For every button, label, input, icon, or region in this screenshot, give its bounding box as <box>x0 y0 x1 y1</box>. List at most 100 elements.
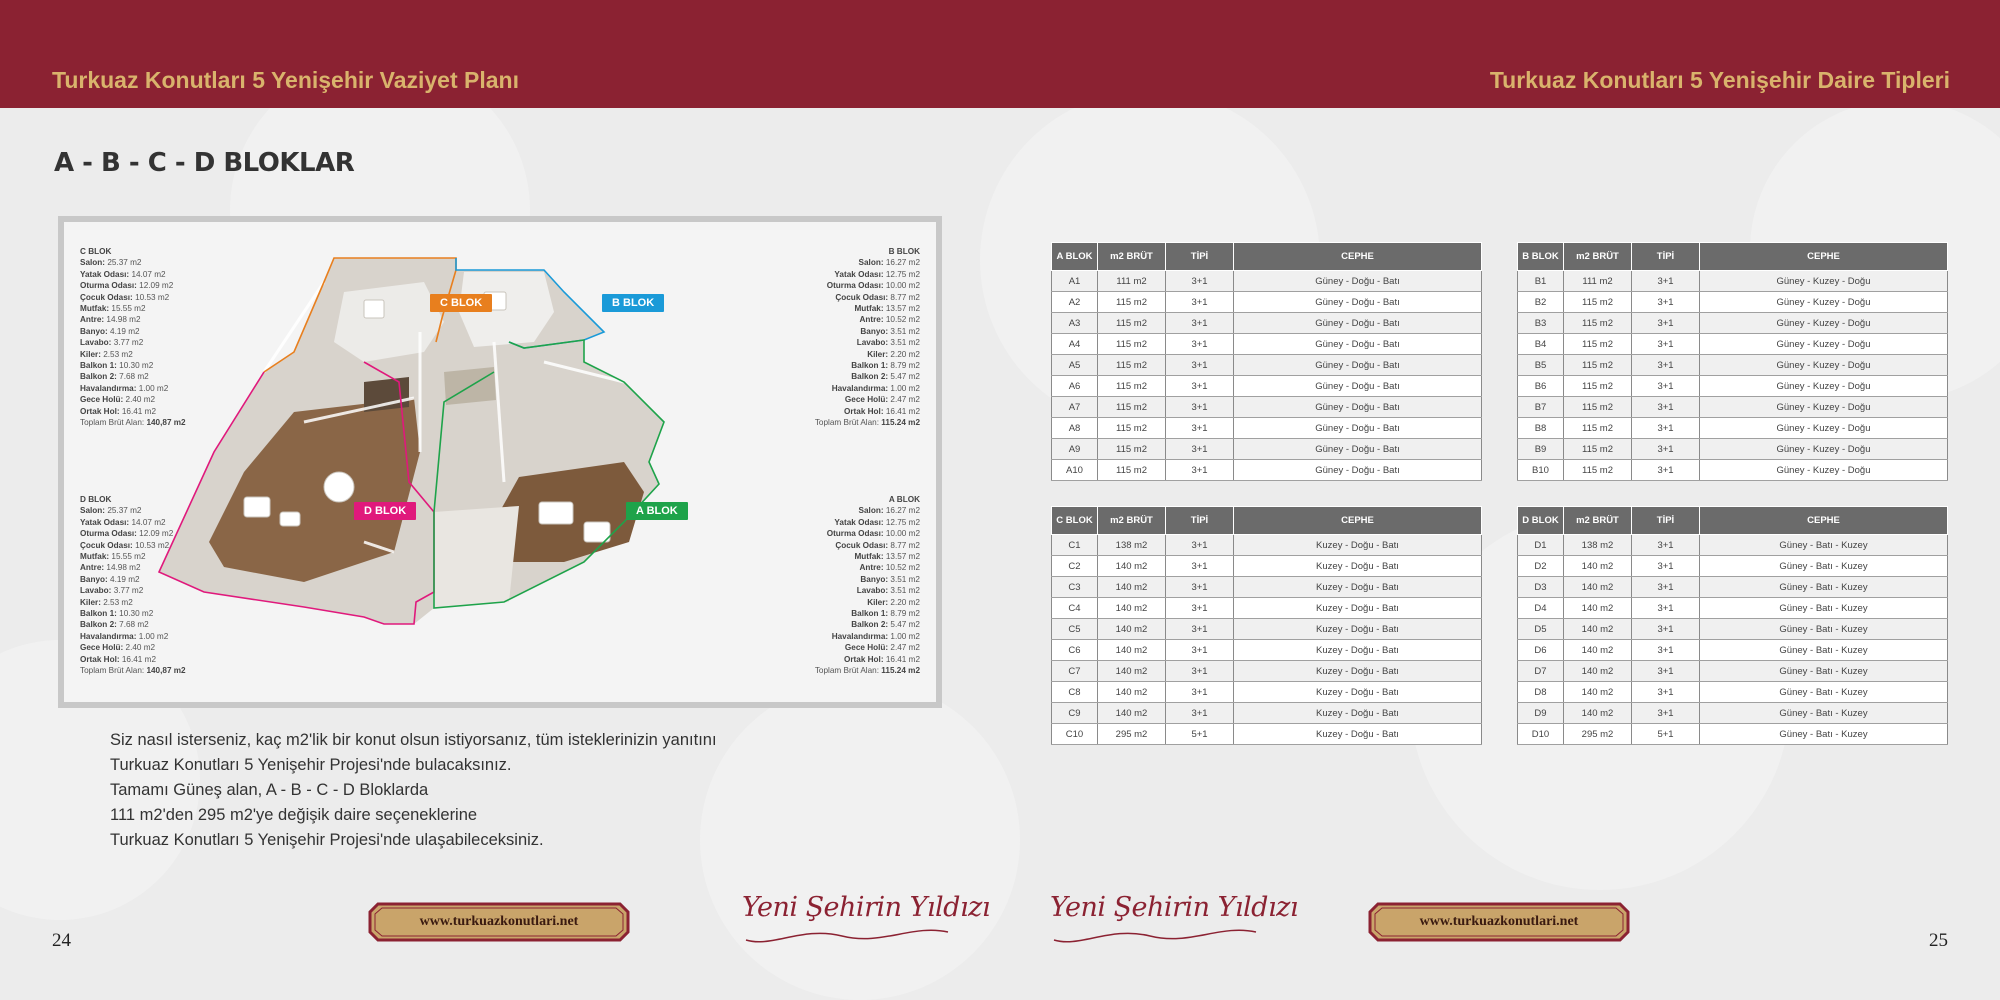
room-area-row: Kiler: 2.53 m2 <box>80 597 186 608</box>
table-cell: C10 <box>1051 723 1098 745</box>
table-cell: A7 <box>1051 396 1098 418</box>
table-row: A1 111 m2 3+1 Güney - Doğu - Batı <box>1051 270 1482 292</box>
room-area: 3.51 m2 <box>890 574 920 584</box>
table-row: B9 115 m2 3+1 Güney - Kuzey - Doğu <box>1517 438 1948 460</box>
room-area: 12.09 m2 <box>139 281 174 291</box>
table-cell: 111 m2 <box>1563 270 1632 292</box>
room-area-row: Çocuk Odası: 8.77 m2 <box>815 540 920 551</box>
room-area: 2.47 m2 <box>890 395 920 405</box>
room-area-row: Balkon 2: 5.47 m2 <box>815 619 920 630</box>
room-area-row: Mutfak: 13.57 m2 <box>815 303 920 314</box>
table-cell: Güney - Batı - Kuzey <box>1699 534 1948 556</box>
room-name: Oturma Odası: <box>826 281 884 291</box>
room-name: Antre: <box>859 315 884 325</box>
room-name: Çocuk Odası: <box>835 292 889 302</box>
table-cell: 140 m2 <box>1563 555 1632 577</box>
floor-plan: C BLOK B BLOK D BLOK A BLOK C BLOK Salon:… <box>58 216 942 708</box>
table-row: C8 140 m2 3+1 Kuzey - Doğu - Batı <box>1051 681 1482 703</box>
table-cell: 3+1 <box>1631 681 1700 703</box>
table-cell: Güney - Batı - Kuzey <box>1699 660 1948 682</box>
table-cell: 3+1 <box>1631 375 1700 397</box>
room-name: Gece Holü: <box>80 395 124 405</box>
room-area: 14.07 m2 <box>131 517 166 527</box>
table-cell: 111 m2 <box>1097 270 1166 292</box>
table-cell: Kuzey - Doğu - Batı <box>1233 597 1482 619</box>
table-cell: 115 m2 <box>1097 417 1166 439</box>
table-cell: 3+1 <box>1631 459 1700 481</box>
floor-plan-illustration <box>157 257 665 625</box>
b-block-label: B BLOK <box>602 294 665 312</box>
column-header: TİPİ <box>1165 242 1234 271</box>
room-area-row: Lavabo: 3.51 m2 <box>815 337 920 348</box>
table-cell: 3+1 <box>1631 702 1700 724</box>
table-cell: 3+1 <box>1631 660 1700 682</box>
table-cell: Güney - Kuzey - Doğu <box>1699 375 1948 397</box>
table-cell: Güney - Batı - Kuzey <box>1699 681 1948 703</box>
room-area: 16.41 m2 <box>885 406 920 416</box>
room-area: 16.27 m2 <box>885 258 920 268</box>
total-area-label: Toplam Brüt Alan: <box>80 666 145 676</box>
website-link-left[interactable]: www.turkuazkonutlari.net <box>368 902 630 942</box>
table-cell: 115 m2 <box>1097 375 1166 397</box>
room-area: 10.00 m2 <box>885 529 920 539</box>
total-area-label: Toplam Brüt Alan: <box>814 418 880 428</box>
table-cell: 115 m2 <box>1097 333 1166 355</box>
room-area-row: Çocuk Odası: 10.53 m2 <box>80 540 186 551</box>
table-cell: Güney - Batı - Kuzey <box>1699 555 1948 577</box>
column-header: A BLOK <box>1051 242 1098 271</box>
room-area-row: Kiler: 2.20 m2 <box>815 349 920 360</box>
room-area-row: Oturma Odası: 10.00 m2 <box>815 528 920 539</box>
room-area: 5.47 m2 <box>890 372 920 382</box>
table-cell: Güney - Batı - Kuzey <box>1699 597 1948 619</box>
room-area-row: Salon: 25.37 m2 <box>80 505 186 516</box>
room-area: 10.53 m2 <box>135 292 170 302</box>
table-cell: 295 m2 <box>1563 723 1632 745</box>
room-name: Yatak Odası: <box>80 517 130 527</box>
table-row: C6 140 m2 3+1 Kuzey - Doğu - Batı <box>1051 639 1482 661</box>
room-name: Yatak Odası: <box>834 517 884 527</box>
room-area-row: Yatak Odası: 12.75 m2 <box>815 269 920 280</box>
table-cell: 115 m2 <box>1563 375 1632 397</box>
table-cell: 3+1 <box>1631 555 1700 577</box>
page-number-right: 25 <box>1929 930 1948 951</box>
table-cell: Kuzey - Doğu - Batı <box>1233 660 1482 682</box>
table-cell: 115 m2 <box>1563 354 1632 376</box>
total-area-row: Toplam Brüt Alan: 115.24 m2 <box>815 665 920 676</box>
table-cell: Güney - Doğu - Batı <box>1233 375 1482 397</box>
table-cell: 3+1 <box>1165 354 1234 376</box>
room-name: Havalandırma: <box>831 383 889 393</box>
table-cell: D7 <box>1517 660 1564 682</box>
room-name: Salon: <box>858 506 884 516</box>
room-name: Banyo: <box>860 574 889 584</box>
table-cell: 3+1 <box>1165 396 1234 418</box>
room-area: 3.51 m2 <box>890 586 920 596</box>
table-cell: A8 <box>1051 417 1098 439</box>
table-row: B1 111 m2 3+1 Güney - Kuzey - Doğu <box>1517 270 1948 292</box>
website-badge-right[interactable]: www.turkuazkonutlari.net <box>1368 902 1630 942</box>
room-area: 15.55 m2 <box>111 304 146 314</box>
column-header: m2 BRÜT <box>1563 242 1632 271</box>
table-cell: 140 m2 <box>1097 576 1166 598</box>
room-area-row: Balkon 2: 7.68 m2 <box>80 619 186 630</box>
header-left-title: Turkuaz Konutları 5 Yenişehir Vaziyet Pl… <box>52 67 519 93</box>
table-row: A8 115 m2 3+1 Güney - Doğu - Batı <box>1051 417 1482 439</box>
table-cell: Kuzey - Doğu - Batı <box>1233 618 1482 640</box>
room-name: Lavabo: <box>856 586 889 596</box>
table-cell: Güney - Batı - Kuzey <box>1699 723 1948 745</box>
room-area: 2.47 m2 <box>890 643 920 653</box>
room-area: 10.00 m2 <box>885 281 920 291</box>
table-cell: Güney - Kuzey - Doğu <box>1699 354 1948 376</box>
website-link-right[interactable]: www.turkuazkonutlari.net <box>1368 902 1630 942</box>
room-area: 3.77 m2 <box>113 338 144 348</box>
a-block-label: A BLOK <box>626 502 688 520</box>
room-area-row: Yatak Odası: 14.07 m2 <box>80 517 186 528</box>
table-cell: 3+1 <box>1165 270 1234 292</box>
total-area-label: Toplam Brüt Alan: <box>814 666 880 676</box>
room-area: 8.77 m2 <box>890 540 920 550</box>
c-block-label: C BLOK <box>430 294 493 312</box>
room-name: Ortak Hol: <box>80 406 120 416</box>
room-area-row: Balkon 2: 7.68 m2 <box>80 371 186 382</box>
room-area: 10.30 m2 <box>119 361 154 371</box>
website-badge-left[interactable]: www.turkuazkonutlari.net <box>368 902 630 942</box>
table-cell: Güney - Doğu - Batı <box>1233 438 1482 460</box>
